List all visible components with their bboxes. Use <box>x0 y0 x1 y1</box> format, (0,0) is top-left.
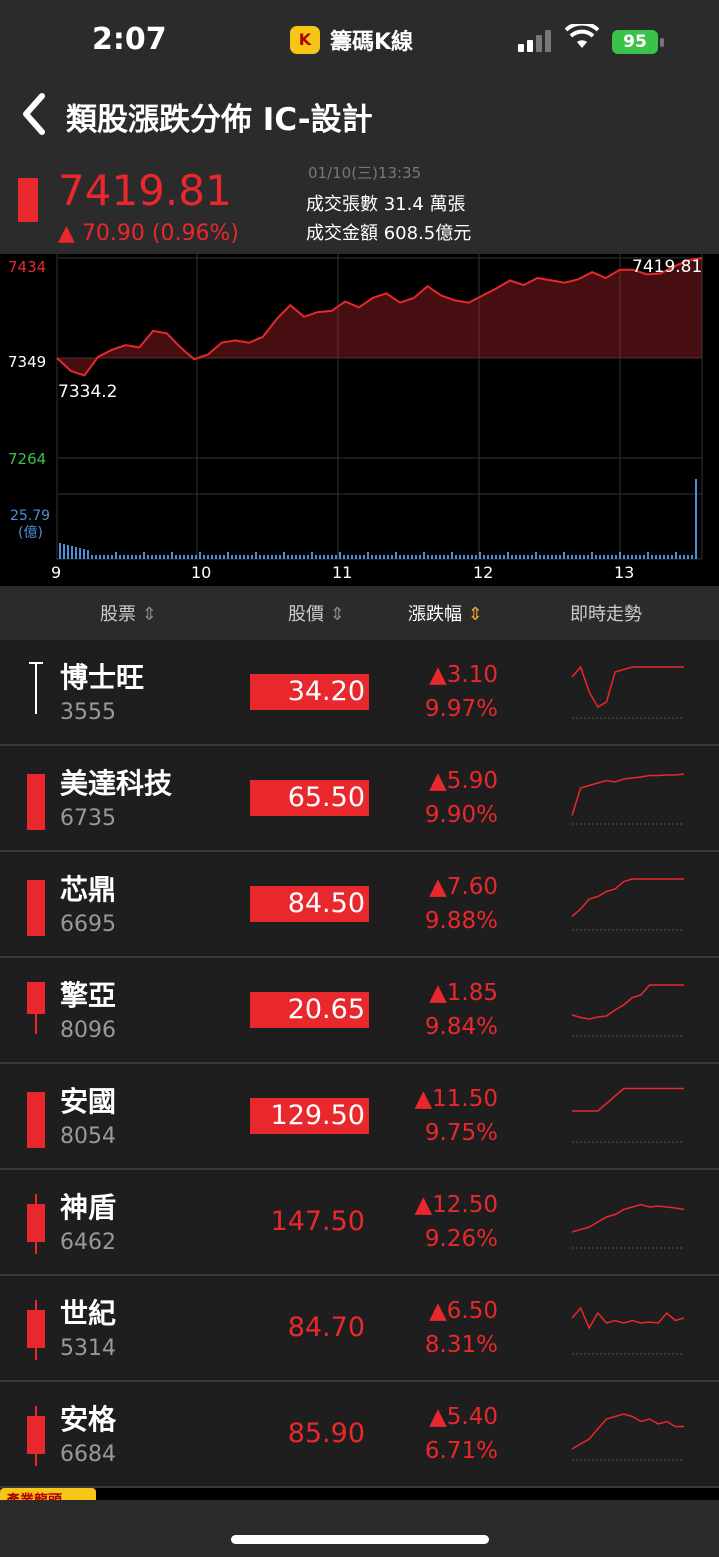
cellular-signal-icon <box>518 30 554 52</box>
stock-price: 129.50 <box>250 1098 369 1134</box>
stock-price: 65.50 <box>250 780 369 816</box>
volume-bars <box>59 479 697 559</box>
x-tick-label: 9 <box>51 563 61 582</box>
wifi-icon <box>564 21 600 57</box>
stock-change: ▲12.50 <box>414 1192 498 1218</box>
x-tick-label: 13 <box>614 563 634 582</box>
stock-price: 85.90 <box>287 1418 365 1449</box>
stock-change-pct: 9.97% <box>424 696 498 722</box>
index-price: 7419.81 <box>58 166 232 215</box>
col-price-header[interactable]: 股價 ⇕ <box>288 600 345 626</box>
trade-amount: 成交金額 608.5億元 <box>306 223 472 244</box>
stock-name: 世紀 <box>60 1297 117 1330</box>
battery-icon: 95 <box>612 30 658 54</box>
stock-change-pct: 9.90% <box>424 802 498 828</box>
stock-name: 神盾 <box>60 1191 117 1224</box>
last-value-label: 7419.81 <box>632 257 702 277</box>
app-icon: K <box>290 26 320 54</box>
stock-change: ▲3.10 <box>429 662 498 688</box>
home-indicator[interactable] <box>231 1535 489 1544</box>
stock-code: 3555 <box>60 700 116 725</box>
trend-sparkline <box>571 1413 684 1461</box>
stock-change: ▲5.40 <box>429 1404 498 1430</box>
trend-sparkline <box>571 665 684 719</box>
stock-price: 20.65 <box>250 992 369 1028</box>
stock-name: 芯鼎 <box>60 873 117 906</box>
y-label-top: 7434 <box>8 258 46 276</box>
y-label-bottom: 7264 <box>8 450 46 468</box>
y-label-mid: 7349 <box>8 353 46 371</box>
stock-name: 安國 <box>60 1085 117 1118</box>
stock-change-pct: 9.75% <box>424 1120 498 1146</box>
index-change: ▲ 70.90 (0.96%) <box>58 221 239 246</box>
stock-change-pct: 8.31% <box>424 1332 498 1358</box>
trend-sparkline <box>572 1087 684 1143</box>
stock-change: ▲6.50 <box>429 1298 498 1324</box>
candle-icon <box>27 774 45 830</box>
stock-name: 博士旺 <box>60 661 145 694</box>
trade-volume: 成交張數 31.4 萬張 <box>306 194 466 215</box>
stock-change-pct: 9.84% <box>424 1014 498 1040</box>
candle-icon <box>27 1300 45 1360</box>
row-divider <box>0 1486 719 1488</box>
status-time: 2:07 <box>92 22 167 57</box>
stock-change: ▲7.60 <box>429 874 498 900</box>
stock-name: 擎亞 <box>60 979 117 1012</box>
candle-icon <box>18 178 38 222</box>
stock-price: 34.20 <box>250 674 369 710</box>
stock-change: ▲11.50 <box>414 1086 498 1112</box>
battery-nub <box>660 38 664 47</box>
stock-change: ▲5.90 <box>429 768 498 794</box>
trend-sparkline <box>571 1203 685 1249</box>
stock-price: 84.50 <box>250 886 369 922</box>
back-button[interactable] <box>22 93 46 135</box>
trend-sparkline <box>571 1306 685 1355</box>
trend-sparkline <box>571 984 684 1037</box>
stock-code: 6735 <box>60 806 116 831</box>
candle-icon <box>27 1406 45 1466</box>
stock-code: 5314 <box>60 1336 116 1361</box>
candle-icon <box>29 662 43 714</box>
trend-sparkline <box>571 878 684 931</box>
candle-icon <box>27 982 45 1034</box>
x-tick-label: 10 <box>191 563 211 582</box>
candle-icon <box>27 1194 45 1254</box>
app-name: 籌碼K線 <box>330 30 414 55</box>
update-datetime: 01/10(三)13:35 <box>308 164 422 182</box>
stock-code: 8054 <box>60 1124 116 1149</box>
stock-change-pct: 6.71% <box>424 1438 498 1464</box>
volume-unit: (億) <box>18 525 43 541</box>
x-tick-label: 11 <box>332 563 352 582</box>
col-change-header[interactable]: 漲跌幅 ⇕ <box>408 600 483 626</box>
stock-name: 美達科技 <box>60 767 173 800</box>
col-stock-header[interactable]: 股票 ⇕ <box>100 600 157 626</box>
x-tick-label: 12 <box>473 563 493 582</box>
stock-change-pct: 9.26% <box>424 1226 498 1252</box>
stock-price: 147.50 <box>270 1206 365 1237</box>
bottom-bar <box>0 1500 719 1557</box>
price-area <box>57 258 702 376</box>
stock-code: 6462 <box>60 1230 116 1255</box>
stock-change: ▲1.85 <box>429 980 498 1006</box>
trend-sparkline <box>571 773 685 825</box>
volume-label: 25.79 <box>10 508 50 524</box>
col-trend-header: 即時走勢 <box>570 604 642 625</box>
intraday-chart[interactable]: 7434 7349 7264 7419.81 7334.2 25.79 (億) … <box>0 254 719 586</box>
stock-code: 6695 <box>60 912 116 937</box>
stock-price: 84.70 <box>287 1312 365 1343</box>
stock-name: 安格 <box>60 1403 117 1436</box>
stock-code: 6684 <box>60 1442 116 1467</box>
candle-icon <box>27 880 45 936</box>
candle-icon <box>27 1092 45 1148</box>
stock-code: 8096 <box>60 1018 116 1043</box>
stock-change-pct: 9.88% <box>424 908 498 934</box>
low-value-label: 7334.2 <box>58 382 117 402</box>
page-title: 類股漲跌分佈 IC-設計 <box>66 102 373 138</box>
